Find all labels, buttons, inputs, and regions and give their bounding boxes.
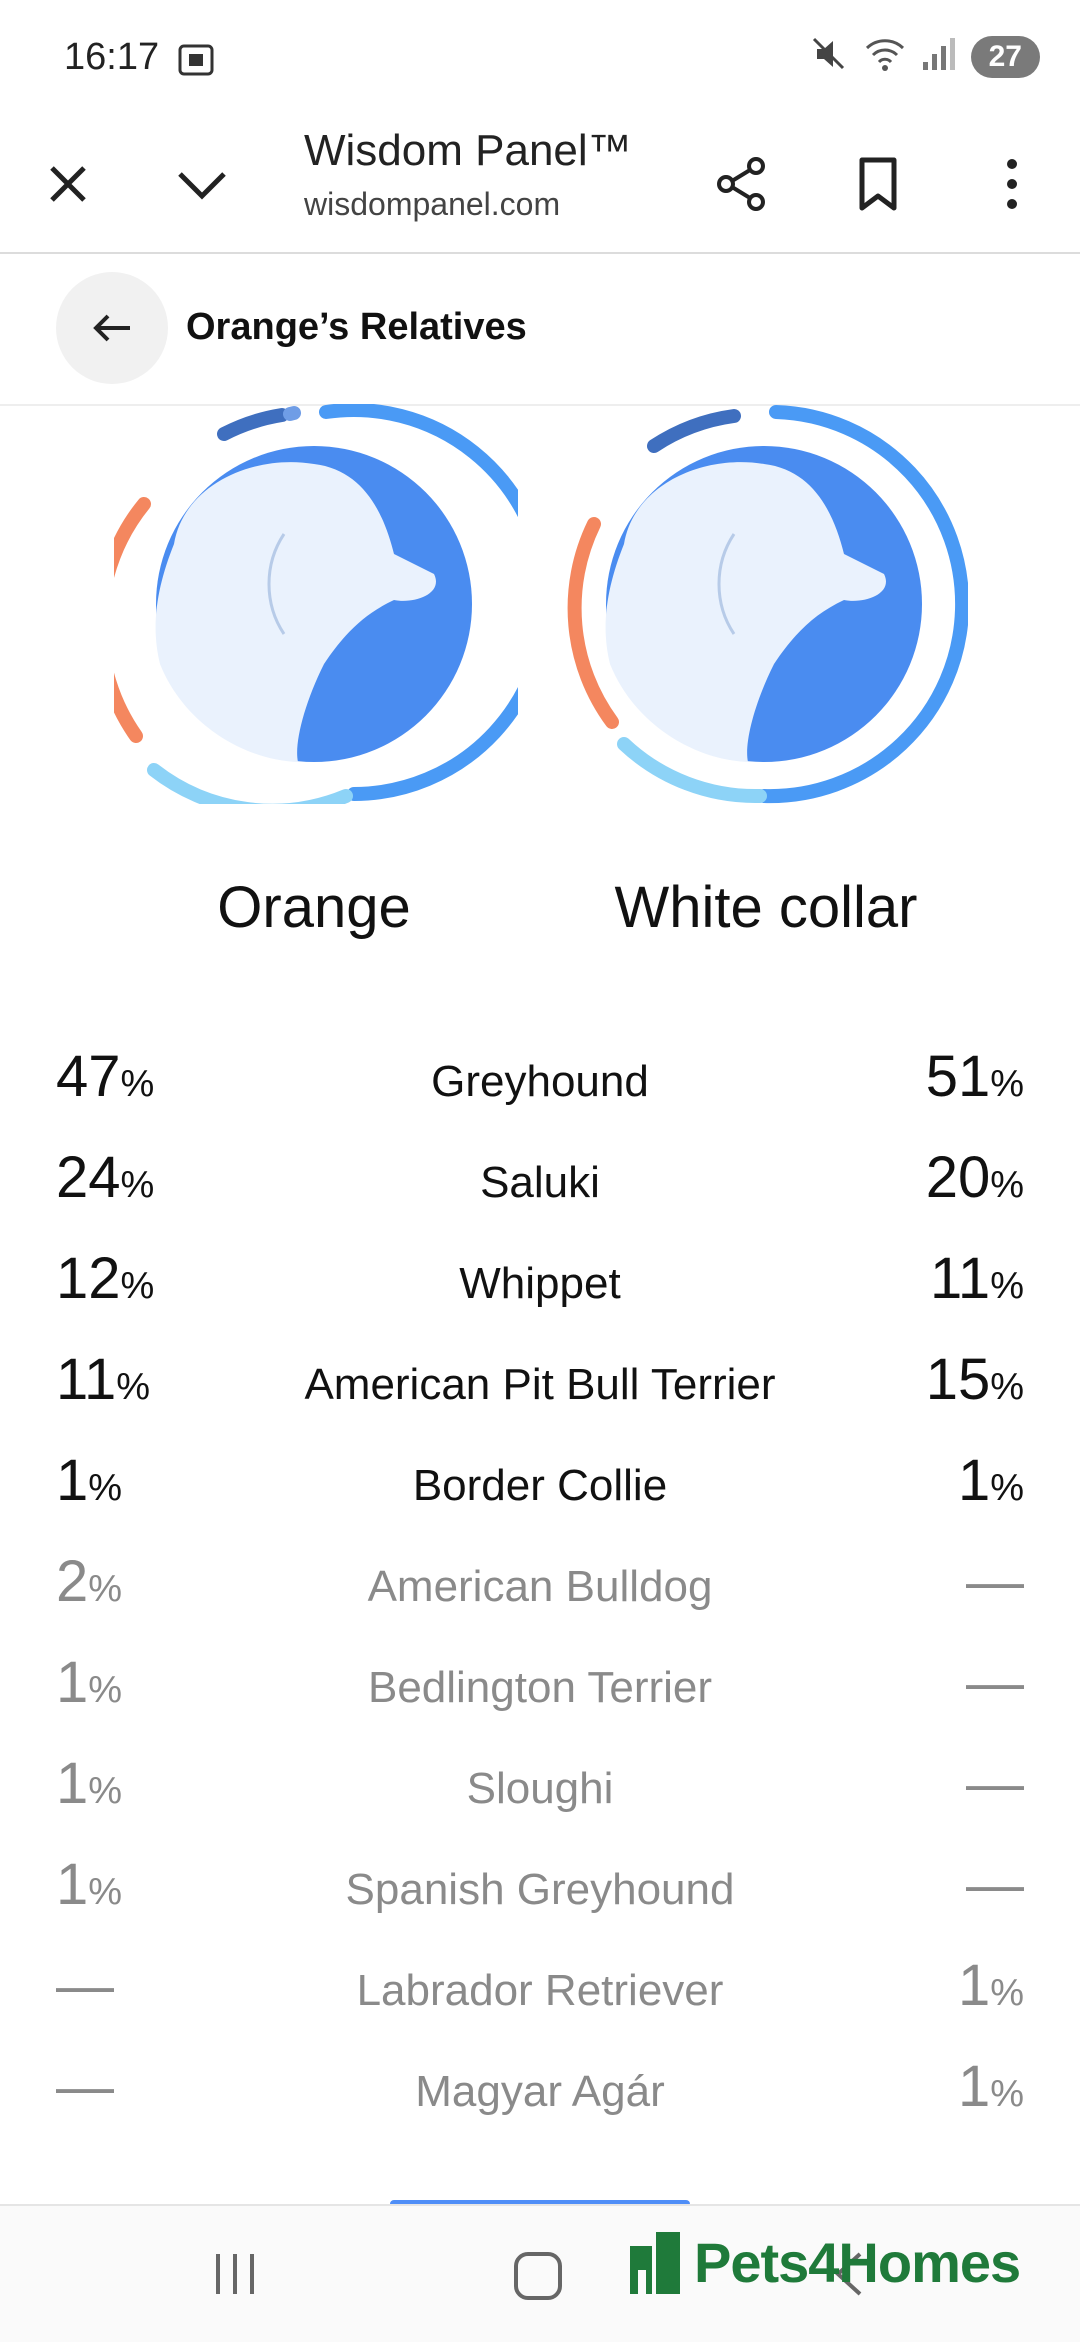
- percent-right-value: 15: [925, 1347, 991, 1412]
- percent-right: —: [966, 1840, 1024, 1930]
- status-bar: 16:17 27: [0, 0, 1080, 118]
- percent-right-value: 1: [957, 2054, 991, 2119]
- percent-right: 1%: [958, 1941, 1024, 2038]
- percent-right-value: 51: [925, 1044, 991, 1109]
- breed-name: Whippet: [459, 1259, 621, 1308]
- percent-sign: %: [990, 1164, 1024, 1206]
- breed-name: Labrador Retriever: [356, 1966, 724, 2015]
- breed-row: — Labrador Retriever 1%: [56, 1941, 1024, 2042]
- breed-row: 11% American Pit Bull Terrier 15%: [56, 1335, 1024, 1436]
- arrow-left-icon: [93, 314, 130, 342]
- back-button[interactable]: [56, 272, 168, 384]
- percent-right: 1%: [958, 2042, 1024, 2139]
- recents-icon[interactable]: [210, 2250, 260, 2303]
- battery-badge: 27: [970, 35, 1040, 78]
- breed-name: American Pit Bull Terrier: [304, 1360, 776, 1409]
- watermark-text: Pets4Homes: [694, 2230, 1021, 2294]
- percent-right-value: 1: [957, 1448, 991, 1513]
- page-header: Orange’s Relatives: [0, 254, 1080, 406]
- more-vert-icon[interactable]: [972, 144, 1052, 224]
- home-icon[interactable]: [512, 2250, 564, 2307]
- breed-row: 24% Saluki 20%: [56, 1133, 1024, 1234]
- breed-name: Sloughi: [466, 1764, 614, 1813]
- signal-icon: [921, 34, 957, 79]
- site-title[interactable]: Wisdom Panel™: [304, 126, 632, 176]
- percent-sign: %: [990, 1063, 1024, 1105]
- percent-right: 1%: [958, 1436, 1024, 1533]
- percent-right-value: —: [966, 1549, 1024, 1614]
- dog-avatar-orange: [93, 403, 553, 818]
- status-time: 16:17: [64, 36, 160, 78]
- breed-row: 1% Border Collie 1%: [56, 1436, 1024, 1537]
- percent-right-value: —: [966, 1650, 1024, 1715]
- dog-avatar-white-collar: [564, 404, 970, 804]
- breed-row: 1% Spanish Greyhound —: [56, 1840, 1024, 1941]
- percent-right-value: 20: [925, 1145, 991, 1210]
- dog-name-right: White collar: [614, 875, 918, 940]
- percent-right-value: 11: [929, 1246, 991, 1311]
- percent-right: —: [966, 1638, 1024, 1728]
- percent-sign: %: [990, 1467, 1024, 1509]
- breed-name: Border Collie: [412, 1461, 668, 1510]
- breed-row: 1% Sloughi —: [56, 1739, 1024, 1840]
- breed-row: 47% Greyhound 51%: [56, 1032, 1024, 1133]
- site-url[interactable]: wisdompanel.com: [304, 186, 560, 223]
- percent-right: 15%: [926, 1335, 1024, 1432]
- mute-icon: [809, 34, 849, 79]
- browser-toolbar: Wisdom Panel™ wisdompanel.com: [0, 118, 1080, 254]
- percent-right: —: [966, 1537, 1024, 1627]
- breed-name: Magyar Agár: [415, 2067, 665, 2116]
- percent-right: —: [966, 1739, 1024, 1829]
- breed-row: — Magyar Agár 1%: [56, 2042, 1024, 2143]
- percent-right-value: —: [966, 1751, 1024, 1816]
- percent-sign: %: [990, 1265, 1024, 1307]
- percent-right-value: 1: [957, 1953, 991, 2018]
- wifi-icon: [863, 34, 907, 79]
- bookmark-icon[interactable]: [838, 144, 918, 224]
- breed-row: 12% Whippet 11%: [56, 1234, 1024, 1335]
- page-title: Orange’s Relatives: [186, 306, 527, 348]
- chevron-down-icon[interactable]: [162, 144, 242, 224]
- breed-name: Spanish Greyhound: [345, 1865, 735, 1914]
- breed-name: American Bulldog: [367, 1562, 713, 1611]
- screenshot-icon: [176, 40, 216, 85]
- breed-name: Saluki: [480, 1158, 600, 1207]
- percent-sign: %: [990, 2073, 1024, 2115]
- breed-name: Greyhound: [431, 1057, 649, 1106]
- pets4homes-watermark: Pets4Homes: [626, 2226, 1021, 2298]
- pets4homes-logo-icon: [630, 2232, 680, 2294]
- breed-row: 1% Bedlington Terrier —: [56, 1638, 1024, 1739]
- percent-sign: %: [990, 1366, 1024, 1408]
- share-icon[interactable]: [702, 144, 782, 224]
- percent-right: 11%: [930, 1234, 1024, 1331]
- dog-name-left: Orange: [217, 875, 411, 940]
- close-icon[interactable]: [28, 144, 108, 224]
- breed-name: Bedlington Terrier: [367, 1663, 713, 1712]
- percent-sign: %: [990, 1972, 1024, 2014]
- percent-right: 51%: [926, 1032, 1024, 1129]
- percent-right: 20%: [926, 1133, 1024, 1230]
- percent-right-value: —: [966, 1852, 1024, 1917]
- breed-row: 2% American Bulldog —: [56, 1537, 1024, 1638]
- breed-comparison-table: 47% Greyhound 51% 24% Saluki 20% 12% Whippet 11%…: [56, 1032, 1024, 2143]
